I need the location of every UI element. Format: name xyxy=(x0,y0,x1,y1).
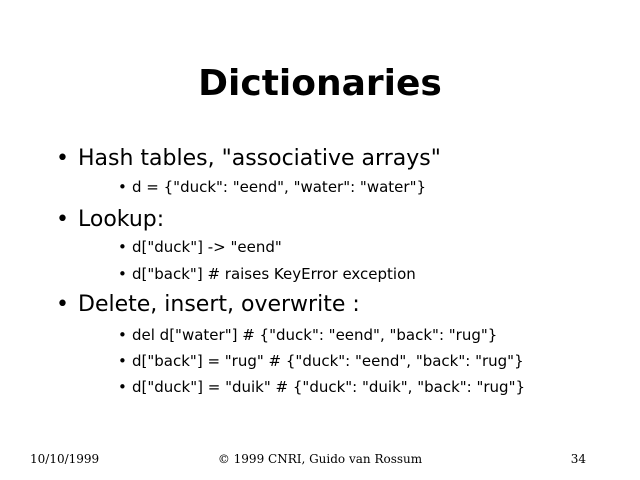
page-number: 34 xyxy=(570,452,586,466)
bullet-icon: • xyxy=(56,146,69,171)
sub-bullet-text: d["duck"] = "duik" # {"duck": "duik", "b… xyxy=(132,378,526,396)
sub-bullet-text: d["duck"] -> "eend" xyxy=(132,238,282,256)
sub-bullet-item: • d["back"] = "rug" # {"duck": "eend", "b… xyxy=(118,351,524,371)
sub-bullet-text: del d["water"] # {"duck": "eend", "back"… xyxy=(132,326,498,344)
bullet-icon: • xyxy=(118,238,127,256)
bullet-icon: • xyxy=(56,207,69,232)
slide-title: Dictionaries xyxy=(198,63,442,104)
bullet-icon: • xyxy=(56,292,69,317)
bullet-text: Hash tables, "associative arrays" xyxy=(78,146,441,171)
bullet-icon: • xyxy=(118,178,127,196)
sub-bullet-item: • d["duck"] = "duik" # {"duck": "duik", "… xyxy=(118,377,525,397)
bullet-icon: • xyxy=(118,378,127,396)
sub-bullet-text: d["back"] # raises KeyError exception xyxy=(132,265,416,283)
bullet-icon: • xyxy=(118,352,127,370)
sub-bullet-item: • d["duck"] -> "eend" xyxy=(118,237,282,257)
bullet-text: Lookup: xyxy=(78,207,165,232)
bullet-icon: • xyxy=(118,326,127,344)
sub-bullet-text: d = {"duck": "eend", "water": "water"} xyxy=(132,178,427,196)
bullet-icon: • xyxy=(118,265,127,283)
sub-bullet-item: • d["back"] # raises KeyError exception xyxy=(118,264,416,284)
sub-bullet-item: • del d["water"] # {"duck": "eend", "back… xyxy=(118,325,497,345)
sub-bullet-text: d["back"] = "rug" # {"duck": "eend", "ba… xyxy=(132,352,524,370)
bullet-text: Delete, insert, overwrite : xyxy=(78,292,360,317)
bullet-item: • Delete, insert, overwrite : xyxy=(56,291,360,319)
footer-copyright: © 1999 CNRI, Guido van Rossum xyxy=(217,452,423,466)
bullet-item: • Hash tables, "associative arrays" xyxy=(56,145,441,173)
bullet-item: • Lookup: xyxy=(56,206,164,234)
sub-bullet-item: • d = {"duck": "eend", "water": "water"} xyxy=(118,177,426,197)
